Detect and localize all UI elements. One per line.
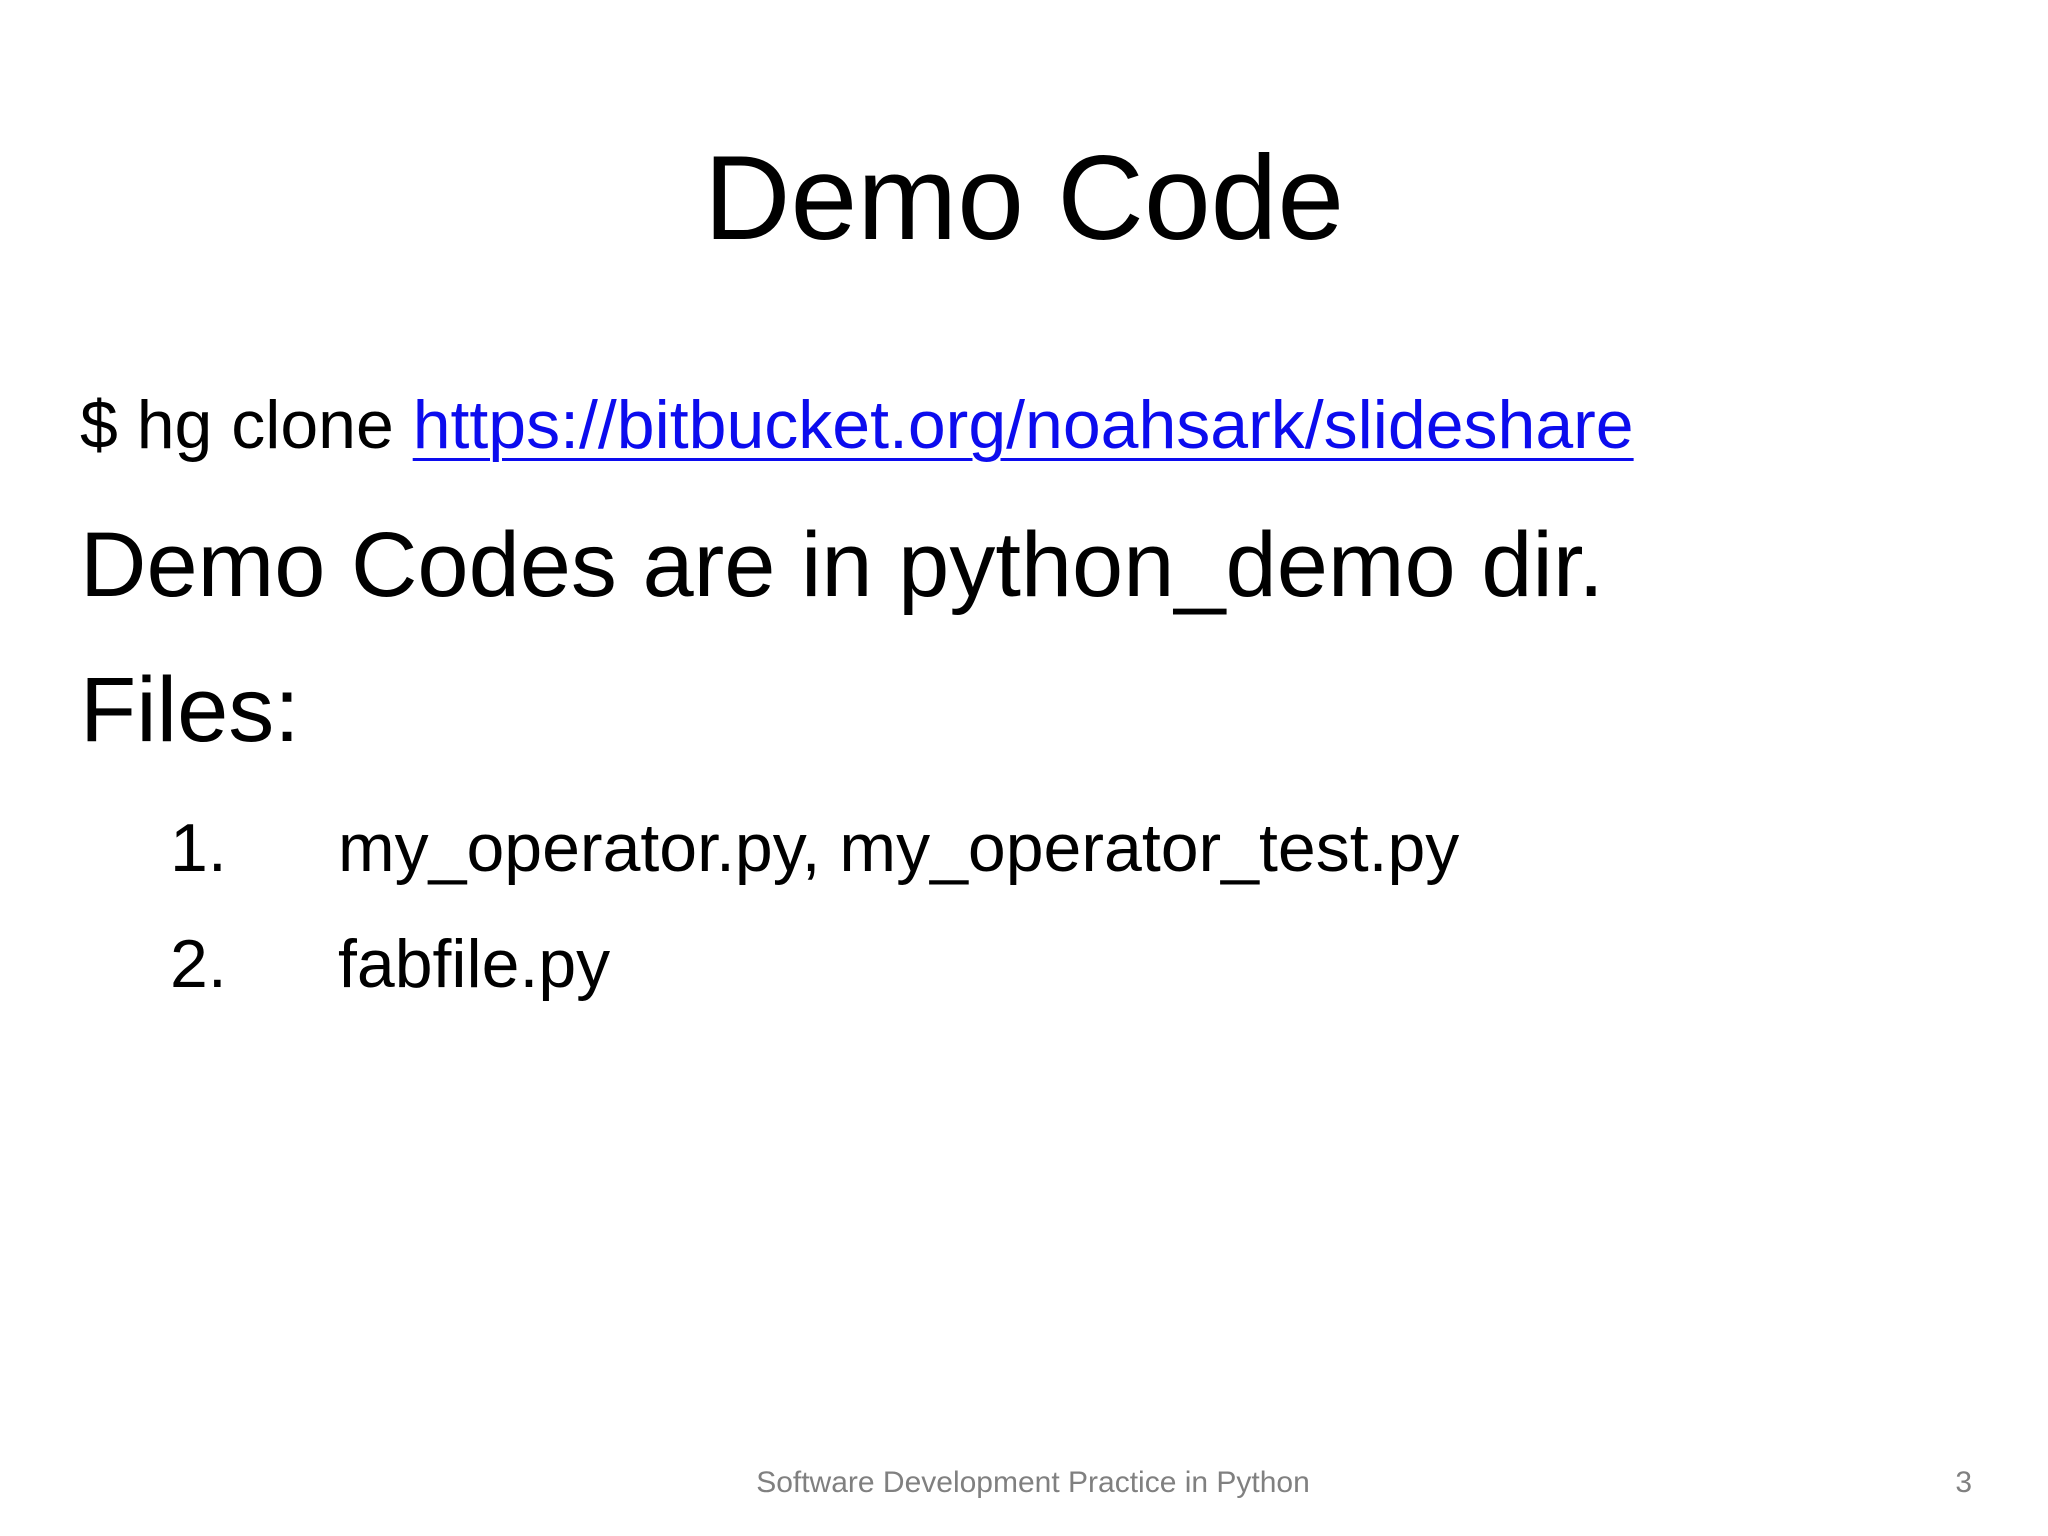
list-item: 2. fabfile.py: [170, 906, 1459, 1022]
clone-command-line: $ hg clone https://bitbucket.org/noahsar…: [80, 380, 1634, 470]
list-item: 1. my_operator.py, my_operator_test.py: [170, 790, 1459, 906]
list-item-number: 1.: [170, 810, 227, 886]
page-number: 3: [1955, 1466, 1972, 1499]
list-item-text: fabfile.py: [338, 926, 611, 1002]
files-heading: Files:: [80, 659, 300, 761]
slide-footer: Software Development Practice in Python: [756, 1466, 1310, 1499]
list-item-number: 2.: [170, 926, 227, 1002]
slide-title: Demo Code: [703, 131, 1345, 265]
repository-link[interactable]: https://bitbucket.org/noahsark/slideshar…: [413, 387, 1634, 463]
demo-location-text: Demo Codes are in python_demo dir.: [80, 514, 1604, 616]
slide: Demo Code $ hg clone https://bitbucket.o…: [0, 0, 2048, 1536]
files-list: 1. my_operator.py, my_operator_test.py 2…: [170, 790, 1459, 1022]
list-item-text: my_operator.py, my_operator_test.py: [338, 810, 1460, 886]
clone-command-prefix: $ hg clone: [80, 387, 413, 463]
